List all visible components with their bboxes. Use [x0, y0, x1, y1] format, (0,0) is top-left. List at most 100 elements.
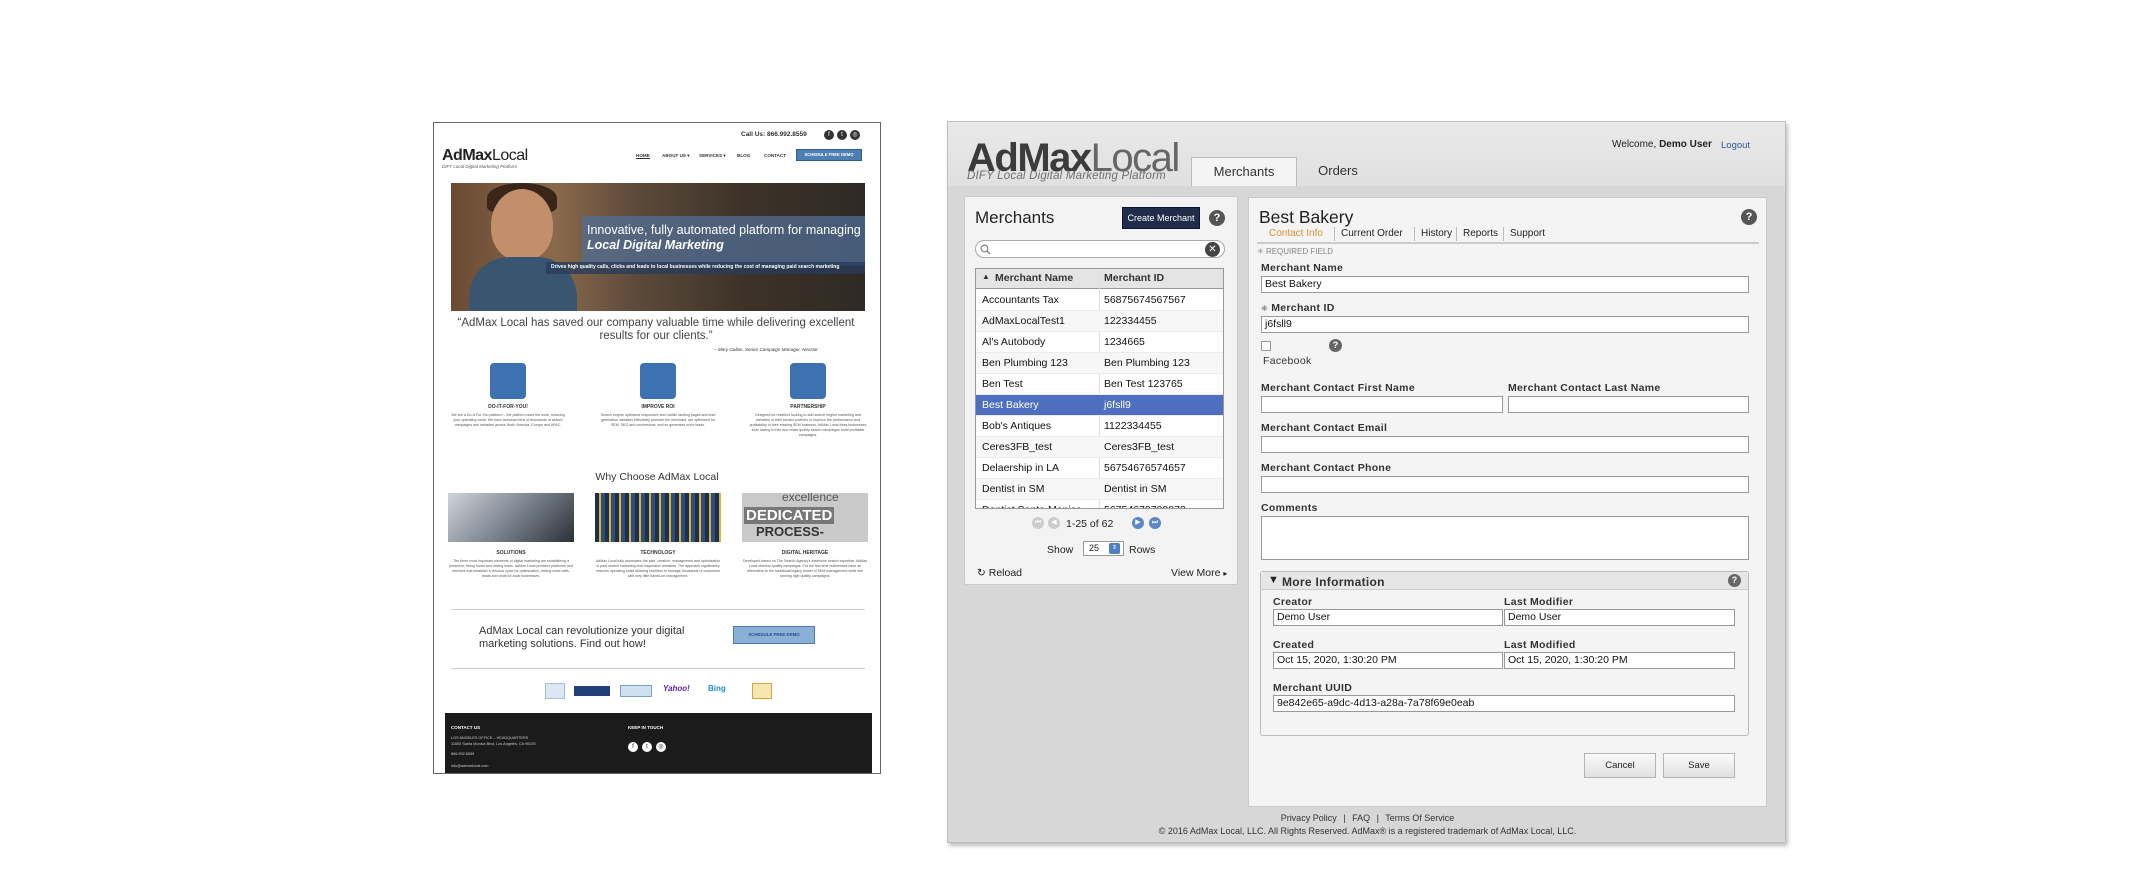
help-icon[interactable]: ?	[1209, 210, 1225, 226]
table-row[interactable]: AdMaxLocalTest1 122334455	[976, 311, 1223, 332]
site-nav-home[interactable]: HOME	[636, 153, 650, 159]
site-cta-button[interactable]: SCHEDULE FREE DEMO	[733, 626, 815, 644]
column-merchant-id[interactable]: Merchant ID	[1104, 272, 1164, 284]
partner-logo	[545, 683, 565, 699]
table-row[interactable]: Dentist Santa Monica56754679709872	[976, 500, 1223, 508]
more-information-header[interactable]: ▼ More Information ?	[1261, 572, 1748, 590]
terms-link[interactable]: Terms Of Service	[1385, 813, 1454, 823]
comments-textarea[interactable]	[1261, 516, 1749, 560]
site-logo-tagline: DIFY Local Digital Marketing Platform	[442, 164, 517, 169]
table-row[interactable]: Accountants Tax 56875674567567	[976, 290, 1223, 311]
reason-desc: The three most important elements of dig…	[449, 559, 573, 578]
last-name-input[interactable]	[1508, 396, 1749, 413]
yahoo-logo: Yahoo!	[663, 684, 690, 693]
triangle-down-icon[interactable]: ▼	[1268, 574, 1279, 586]
last-modified-label: Last Modified	[1504, 639, 1576, 651]
table-row[interactable]: Ben Test Ben Test 123765	[976, 374, 1223, 395]
subtab-contact-info[interactable]: Contact Info	[1269, 228, 1323, 239]
clear-search-icon[interactable]: ✕	[1205, 242, 1220, 257]
logout-link[interactable]: Logout	[1721, 140, 1750, 151]
site-logo[interactable]: AdMaxLocal	[442, 147, 528, 165]
facebook-icon[interactable]: f	[628, 742, 638, 752]
show-label: Show	[1047, 544, 1074, 556]
table-row[interactable]: Ceres3FB_test Ceres3FB_test	[976, 437, 1223, 458]
feature-desc: We are a Do-It-For-You platform – the pl…	[451, 413, 565, 427]
subtab-support[interactable]: Support	[1510, 228, 1545, 239]
gear-computer-icon	[490, 363, 526, 399]
footer-email[interactable]: info@admaxlocal.com	[451, 763, 488, 769]
subtab-history[interactable]: History	[1421, 228, 1452, 239]
site-nav-blog[interactable]: BLOG	[737, 153, 750, 158]
site-nav-services[interactable]: SERVICES ▾	[699, 153, 726, 159]
table-row-selected[interactable]: Best Bakery j6fsll9	[976, 395, 1223, 416]
site-nav-contact[interactable]: CONTACT	[764, 153, 786, 158]
instagram-icon[interactable]: ◎	[850, 130, 860, 140]
create-merchant-button[interactable]: Create Merchant	[1122, 207, 1200, 229]
tab-merchants[interactable]: Merchants	[1191, 157, 1297, 186]
facebook-checkbox[interactable]	[1261, 341, 1271, 351]
first-name-input[interactable]	[1261, 396, 1503, 413]
divider	[451, 609, 865, 610]
heritage-image: excellence DEDICATED PROCESS-DRIVEN	[742, 493, 868, 542]
table-row[interactable]: Delaership in LA 56754676574657	[976, 458, 1223, 479]
merchant-name-input[interactable]: Best Bakery	[1261, 276, 1749, 293]
uuid-label: Merchant UUID	[1273, 682, 1353, 694]
more-information-title: More Information	[1282, 575, 1385, 589]
last-name-label: Merchant Contact Last Name	[1508, 382, 1661, 394]
table-row[interactable]: Bob's Antiques 1122334455	[976, 416, 1223, 437]
prev-page-icon[interactable]: ◀	[1048, 517, 1060, 529]
email-label: Merchant Contact Email	[1261, 422, 1388, 434]
creator-field: Demo User	[1273, 609, 1503, 626]
privacy-policy-link[interactable]: Privacy Policy	[1281, 813, 1337, 823]
merchant-id-input[interactable]: j6fsll9	[1261, 316, 1749, 333]
column-merchant-name[interactable]: Merchant Name	[995, 272, 1073, 284]
instagram-icon[interactable]: ◎	[656, 742, 666, 752]
reason-desc: Developed based on The Search Agency's e…	[742, 559, 868, 578]
subtab-current-order[interactable]: Current Order	[1341, 228, 1403, 239]
twitter-icon[interactable]: t	[642, 742, 652, 752]
website-preview: AdMaxLocal DIFY Local Digital Marketing …	[433, 122, 881, 774]
facebook-label: Facebook	[1263, 355, 1312, 367]
next-page-icon[interactable]: ▶	[1132, 517, 1144, 529]
feature-title: DO-IT-FOR-YOU!	[488, 404, 528, 410]
reason-title: SOLUTIONS	[496, 550, 526, 556]
footer-separator: |	[1343, 813, 1346, 823]
view-more-button[interactable]: View More ▸	[1171, 567, 1227, 579]
merchant-search-input[interactable]	[975, 240, 1225, 258]
twitter-icon[interactable]: t	[837, 130, 847, 140]
merchants-title: Merchants	[975, 208, 1055, 227]
footer-phone[interactable]: 866.992.8559	[451, 751, 474, 757]
subtab-underline	[1257, 242, 1759, 244]
faq-link[interactable]: FAQ	[1352, 813, 1370, 823]
feature-desc: Search engine optimized responsive and m…	[600, 413, 716, 427]
footer-separator: |	[1376, 813, 1379, 823]
cancel-button[interactable]: Cancel	[1584, 753, 1656, 778]
first-page-icon[interactable]: ⏮	[1032, 517, 1044, 529]
sort-asc-icon[interactable]: ▲	[982, 272, 990, 281]
email-input[interactable]	[1261, 436, 1749, 453]
facebook-icon[interactable]: f	[824, 130, 834, 140]
table-row[interactable]: Ben Plumbing 123 Ben Plumbing 123	[976, 353, 1223, 374]
required-note: ✳ REQUIRED FIELD	[1257, 247, 1334, 256]
help-icon[interactable]: ?	[1741, 209, 1757, 225]
subtab-divider	[1414, 227, 1415, 241]
site-demo-button[interactable]: SCHEDULE FREE DEMO	[796, 149, 862, 161]
subtab-reports[interactable]: Reports	[1463, 228, 1498, 239]
help-icon[interactable]: ?	[1329, 339, 1342, 352]
select-arrows-icon[interactable]: ⇕	[1109, 543, 1120, 554]
app-logo-tagline: DIFY Local Digital Marketing Platform	[967, 170, 1166, 182]
tab-orders[interactable]: Orders	[1301, 157, 1375, 186]
reload-button[interactable]: ↻ Reload	[977, 567, 1022, 579]
subtab-divider	[1334, 227, 1335, 241]
site-nav-about[interactable]: ABOUT US ▾	[662, 153, 690, 159]
created-field: Oct 15, 2020, 1:30:20 PM	[1273, 652, 1503, 669]
last-page-icon[interactable]: ⏭	[1149, 517, 1161, 529]
save-button[interactable]: Save	[1663, 753, 1735, 778]
table-row[interactable]: Dentist in SM Dentist in SM	[976, 479, 1223, 500]
site-why-title: Why Choose AdMax Local	[595, 471, 719, 483]
table-row[interactable]: Al's Autobody 1234665	[976, 332, 1223, 353]
footer-keep-title: KEEP IN TOUCH	[628, 725, 664, 730]
help-icon[interactable]: ?	[1728, 574, 1741, 587]
phone-input[interactable]	[1261, 476, 1749, 493]
chevron-right-icon: ▸	[1223, 569, 1228, 578]
